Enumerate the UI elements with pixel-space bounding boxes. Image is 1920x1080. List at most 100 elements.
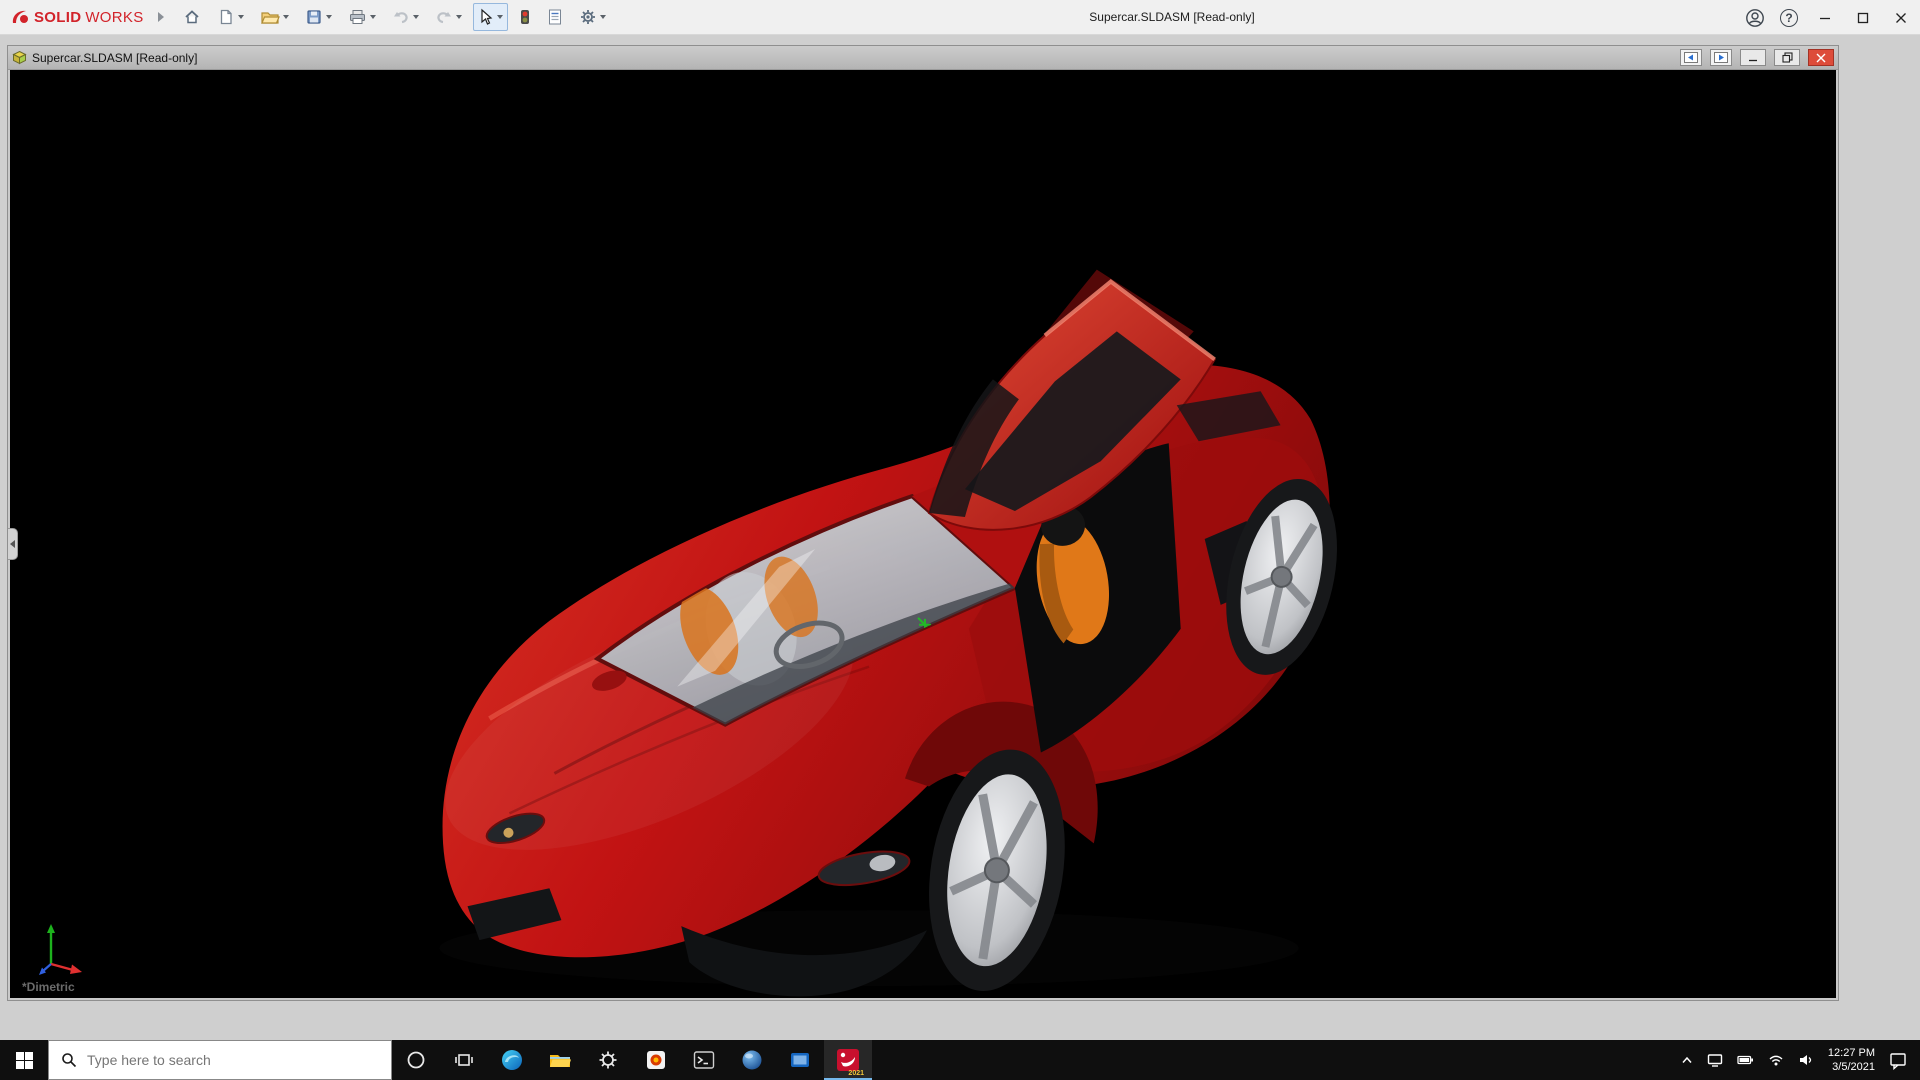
pinned-sphere-app-button[interactable] (728, 1040, 776, 1080)
minimize-icon (1820, 17, 1830, 19)
help-button[interactable]: ? (1772, 0, 1806, 35)
split-pane-right-button[interactable] (1710, 49, 1732, 66)
clock-time: 12:27 PM (1827, 1047, 1875, 1059)
doc-restore-button[interactable] (1774, 49, 1800, 66)
assembly-cube-icon (12, 50, 27, 65)
redo-dropdown-arrow-icon[interactable] (455, 15, 462, 19)
select-cursor-icon (480, 8, 492, 25)
search-icon (62, 1053, 77, 1068)
select-button[interactable] (472, 3, 508, 31)
solidworks-taskbar-button[interactable]: 2021 (824, 1040, 872, 1080)
clock-date: 3/5/2021 (1832, 1061, 1875, 1073)
close-icon (1896, 12, 1906, 23)
document-titlebar[interactable]: Supercar.SLDASM [Read-only] (8, 46, 1838, 70)
doc-restore-icon (1781, 52, 1793, 63)
new-dropdown-arrow-icon[interactable] (237, 15, 244, 19)
edge-browser-button[interactable] (488, 1040, 536, 1080)
toolbar-expand-chevron-icon[interactable] (157, 12, 164, 22)
cortana-button[interactable] (392, 1040, 440, 1080)
open-button[interactable] (255, 3, 294, 31)
search-input[interactable] (87, 1052, 357, 1068)
rebuild-button[interactable] (514, 3, 536, 31)
graphics-viewport[interactable]: *Dimetric (10, 70, 1836, 998)
maximize-button[interactable] (1844, 0, 1882, 35)
maximize-icon (1857, 12, 1869, 23)
panel-collapse-tab[interactable] (8, 528, 18, 560)
minimize-button[interactable] (1806, 0, 1844, 35)
terminal-icon (693, 1051, 715, 1069)
split-pane-left-button[interactable] (1680, 49, 1702, 66)
options-dropdown-arrow-icon[interactable] (599, 15, 606, 19)
help-icon: ? (1780, 8, 1798, 27)
tray-monitor-button[interactable] (1707, 1053, 1723, 1068)
taskbar-clock[interactable]: 12:27 PM 3/5/2021 (1828, 1046, 1875, 1074)
undo-icon (393, 12, 408, 24)
supercar-3d-render (439, 269, 1337, 997)
doc-minimize-icon (1749, 59, 1757, 61)
task-view-button[interactable] (440, 1040, 488, 1080)
print-button[interactable] (343, 3, 381, 31)
edge-icon (502, 1050, 522, 1070)
options-button[interactable] (574, 3, 611, 31)
action-center-icon (1890, 1052, 1906, 1070)
redo-icon (436, 12, 451, 24)
home-icon (184, 10, 199, 24)
media-app-icon (647, 1051, 665, 1069)
document-title: Supercar.SLDASM [Read-only] (32, 50, 198, 65)
hidden-icons-button[interactable] (1681, 1055, 1693, 1065)
redo-button[interactable] (430, 3, 467, 31)
save-icon (306, 10, 321, 24)
document-window: Supercar.SLDASM [Read-only] *Dimetric (7, 45, 1839, 1001)
select-dropdown-arrow-icon[interactable] (496, 15, 503, 19)
new-document-icon (220, 9, 232, 25)
windows-logo-icon (15, 1051, 33, 1069)
app-window-title: Supercar.SLDASM [Read-only] (1089, 10, 1255, 24)
doc-minimize-button[interactable] (1740, 49, 1766, 66)
save-dropdown-arrow-icon[interactable] (325, 15, 332, 19)
orientation-triad-icon (39, 924, 82, 975)
doc-close-button[interactable] (1808, 49, 1834, 66)
terminal-app-button[interactable] (680, 1040, 728, 1080)
blue-panel-app-icon (791, 1053, 809, 1067)
save-button[interactable] (300, 3, 337, 31)
pinned-media-app-button[interactable] (632, 1040, 680, 1080)
tray-network-button[interactable] (1768, 1053, 1784, 1067)
task-view-icon (455, 1054, 473, 1066)
tray-volume-button[interactable] (1798, 1052, 1814, 1068)
open-folder-icon (260, 12, 280, 24)
doc-close-icon (1816, 53, 1826, 62)
account-button[interactable] (1738, 0, 1772, 35)
chevron-up-icon (1682, 1056, 1692, 1063)
blue-sphere-app-icon (742, 1050, 762, 1070)
file-properties-button[interactable] (542, 3, 568, 31)
file-explorer-icon (550, 1055, 571, 1067)
taskbar-search[interactable] (48, 1040, 392, 1080)
rebuild-traffic-light-icon (520, 10, 529, 24)
solidworks-app-icon (837, 1049, 859, 1071)
collapse-arrow-icon (10, 540, 15, 548)
solidworks-logo: SOLID WORKS (0, 8, 150, 26)
tray-battery-button[interactable] (1737, 1052, 1754, 1068)
solidworks-year-badge: 2021 (848, 1070, 864, 1077)
options-gear-icon (580, 10, 595, 24)
home-button[interactable] (178, 3, 206, 31)
pinned-panel-app-button[interactable] (776, 1040, 824, 1080)
system-tray: 12:27 PM 3/5/2021 (1681, 1040, 1920, 1080)
action-center-button[interactable] (1889, 1051, 1908, 1070)
wifi-icon (1769, 1055, 1783, 1066)
split-pane-right-icon (1714, 52, 1728, 63)
settings-app-button[interactable] (584, 1040, 632, 1080)
print-icon (349, 10, 365, 24)
new-document-button[interactable] (212, 3, 249, 31)
view-orientation-label: *Dimetric (22, 980, 75, 994)
file-properties-icon (548, 9, 561, 25)
print-dropdown-arrow-icon[interactable] (369, 15, 376, 19)
undo-dropdown-arrow-icon[interactable] (412, 15, 419, 19)
file-explorer-button[interactable] (536, 1040, 584, 1080)
cortana-icon (407, 1051, 425, 1069)
close-button[interactable] (1882, 0, 1920, 35)
start-button[interactable] (0, 1040, 48, 1080)
undo-button[interactable] (387, 3, 424, 31)
account-icon (1746, 8, 1764, 27)
open-dropdown-arrow-icon[interactable] (282, 15, 289, 19)
